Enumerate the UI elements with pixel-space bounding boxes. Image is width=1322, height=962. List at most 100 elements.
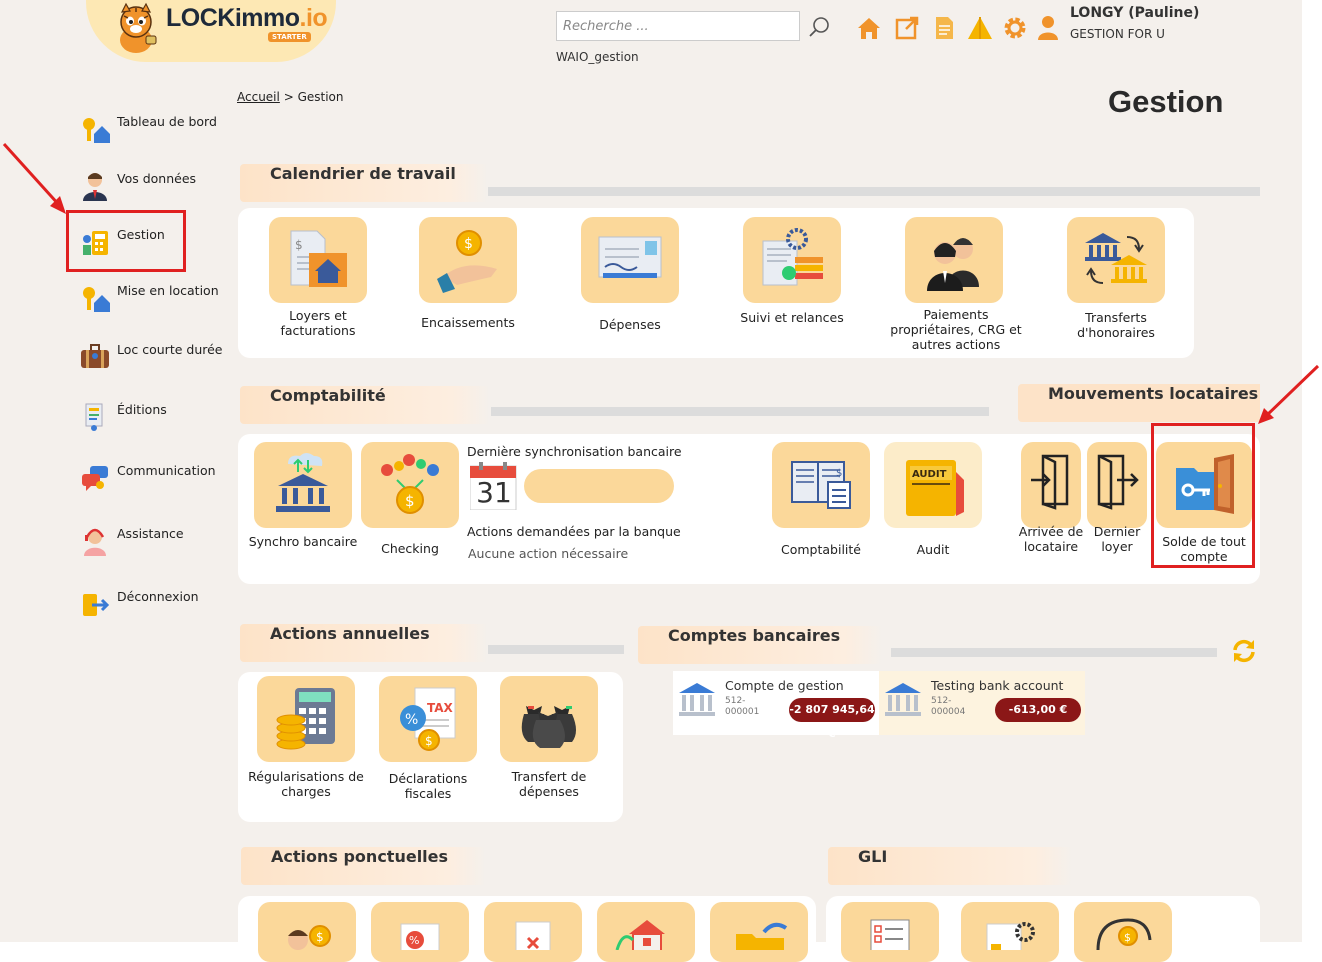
- tax-tag: TAX: [427, 701, 454, 715]
- svg-text:$: $: [425, 734, 433, 748]
- bank-account-card[interactable]: Testing bank account 512-000004 -613,00 …: [879, 671, 1085, 735]
- bank-actions-title: Actions demandées par la banque: [467, 524, 681, 539]
- bank-icon: [679, 683, 715, 716]
- external-link-icon[interactable]: [893, 14, 921, 42]
- tile-comptabilite[interactable]: $: [772, 442, 870, 528]
- sidebar-item-label: Déconnexion: [117, 589, 199, 604]
- search-input[interactable]: [556, 11, 800, 41]
- sidebar-item-loc-courte-duree[interactable]: Loc courte durée: [80, 342, 230, 378]
- tile-label: Régularisations de charges: [248, 769, 364, 799]
- section-header-calendrier: Calendrier de travail: [240, 164, 488, 202]
- coin-cycle-icon: $: [1096, 918, 1152, 950]
- tile-transfert-depenses[interactable]: [500, 676, 598, 762]
- cancel-document-icon: [515, 921, 551, 950]
- tile-arrivee-locataire[interactable]: [1021, 442, 1081, 528]
- bank-account-name: Compte de gestion: [725, 678, 844, 693]
- section-header-comptabilite: Comptabilité: [240, 386, 490, 424]
- hand-coin-icon: $: [437, 230, 497, 293]
- breadcrumb-home-link[interactable]: Accueil: [237, 90, 280, 104]
- sidebar-item-label: Assistance: [117, 526, 184, 541]
- tile-label: Transfert de dépenses: [511, 769, 587, 799]
- refresh-icon[interactable]: [1230, 637, 1258, 665]
- sidebar-item-label: Communication: [117, 463, 216, 478]
- bank-actions-value: Aucune action nécessaire: [468, 546, 629, 561]
- alert-icon[interactable]: [966, 14, 994, 42]
- sidebar-item-assistance[interactable]: Assistance: [80, 526, 230, 562]
- sync-status-bar: [524, 469, 674, 503]
- tile-label: Encaissements: [421, 315, 515, 330]
- money-bags-icon: [521, 706, 576, 748]
- enter-door-icon: [1031, 454, 1069, 510]
- tile-checking[interactable]: $: [361, 442, 459, 528]
- user-name[interactable]: LONGY (Pauline): [1070, 5, 1199, 21]
- tile-audit[interactable]: AUDIT: [884, 442, 982, 528]
- tile-depenses[interactable]: [581, 217, 679, 303]
- tile-ponctuelle-3[interactable]: [484, 902, 582, 962]
- checking-icon: $: [381, 454, 439, 514]
- tile-gli-2[interactable]: [961, 902, 1059, 962]
- sidebar-item-communication[interactable]: Communication: [80, 463, 230, 499]
- tile-declarations-fiscales[interactable]: TAX % $: [379, 676, 477, 762]
- exit-door-icon: [1097, 454, 1139, 510]
- tile-label: Audit: [916, 542, 950, 557]
- bank-sync-icon: [276, 453, 330, 512]
- tile-gli-1[interactable]: [841, 902, 939, 962]
- tile-synchro-bancaire[interactable]: [254, 442, 352, 528]
- section-divider: [491, 407, 989, 416]
- sidebar-item-mise-en-location[interactable]: Mise en location: [80, 283, 230, 319]
- sidebar-item-tableau-de-bord[interactable]: Tableau de bord: [80, 114, 230, 150]
- person-coin-icon: $: [288, 925, 331, 950]
- section-divider: [891, 648, 1217, 657]
- sidebar-item-deconnexion[interactable]: Déconnexion: [80, 589, 230, 625]
- tile-encaissements[interactable]: $: [419, 217, 517, 303]
- tile-ponctuelle-4[interactable]: [597, 902, 695, 962]
- bank-account-number: 512-000004: [931, 696, 966, 717]
- home-icon[interactable]: [855, 14, 883, 42]
- tile-gli-3[interactable]: $: [1074, 902, 1172, 962]
- annotation-arrow-icon: [1258, 364, 1320, 424]
- tile-paiements-proprietaires[interactable]: [905, 217, 1003, 303]
- documents-icon: [85, 403, 103, 431]
- gear-icon[interactable]: [1001, 14, 1029, 42]
- tile-transferts-honoraires[interactable]: [1067, 217, 1165, 303]
- chat-icon: [82, 466, 108, 491]
- section-header-annuelles: Actions annuelles: [240, 624, 488, 662]
- tile-dernier-loyer[interactable]: [1087, 442, 1147, 528]
- bank-account-card[interactable]: Compte de gestion 512-000001 -2 807 945,…: [673, 671, 879, 740]
- bank-icon: [885, 683, 921, 716]
- logout-icon: [83, 594, 110, 616]
- checklist-icon: [870, 919, 910, 950]
- search-icon[interactable]: [806, 13, 834, 41]
- suitcase-icon: [81, 344, 109, 368]
- tile-label: Paiements propriétaires, CRG et autres a…: [890, 307, 1022, 352]
- app-window: LOCKimmo.io STARTER WAIO_gestion LONGY (…: [0, 0, 1320, 962]
- tile-loyers-facturations[interactable]: $: [269, 217, 367, 303]
- support-agent-icon: [84, 528, 106, 556]
- sidebar-item-editions[interactable]: Éditions: [80, 402, 230, 438]
- sidebar-item-vos-donnees[interactable]: Vos données: [80, 171, 230, 207]
- workspace-label: WAIO_gestion: [556, 50, 639, 64]
- document-icon[interactable]: [930, 14, 958, 42]
- cheque-icon: [598, 236, 662, 278]
- audit-tag: AUDIT: [912, 469, 947, 480]
- tile-ponctuelle-5[interactable]: [710, 902, 808, 962]
- tile-label: Comptabilité: [781, 542, 861, 557]
- svg-text:%: %: [405, 712, 418, 728]
- highlight-gestion-box: [66, 210, 186, 272]
- breadcrumb: Accueil > Gestion: [237, 90, 344, 104]
- sidebar-item-label: Loc courte durée: [117, 342, 223, 357]
- user-icon[interactable]: [1036, 14, 1060, 42]
- tile-ponctuelle-2[interactable]: %: [371, 902, 469, 962]
- ledger-icon: $: [791, 461, 851, 509]
- tile-regularisations-charges[interactable]: [257, 676, 355, 762]
- logo-wordmark[interactable]: LOCKimmo.io: [166, 4, 328, 33]
- tile-suivi-relances[interactable]: [743, 217, 841, 303]
- bank-account-number: 512-000001: [725, 696, 760, 717]
- user-role: GESTION FOR U: [1070, 27, 1165, 41]
- building-icon: [615, 920, 665, 950]
- tile-ponctuelle-1[interactable]: $: [258, 902, 356, 962]
- tile-label: Synchro bancaire: [248, 534, 358, 549]
- sidebar-item-label: Mise en location: [117, 283, 219, 298]
- tile-label: Dépenses: [599, 317, 661, 332]
- svg-text:%: %: [409, 934, 419, 947]
